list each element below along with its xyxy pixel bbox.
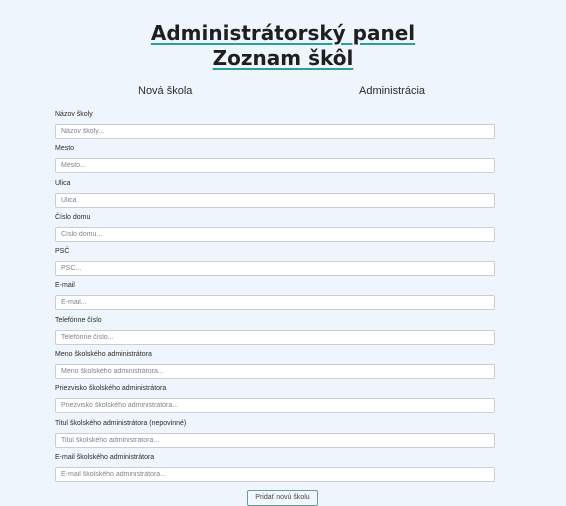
- postal-code-label: PSČ: [55, 248, 70, 256]
- field-phone: Telefónne číslo: [55, 317, 495, 351]
- field-admin-last-name: Priezvisko školského administrátora: [55, 385, 495, 419]
- admin-title-input[interactable]: [55, 432, 495, 448]
- field-admin-first-name: Meno školského administrátora: [55, 351, 495, 385]
- page-subtitle: Zoznam škôl: [0, 46, 566, 71]
- admin-first-name-label: Meno školského administrátora: [55, 351, 152, 359]
- field-school-name: Názov školy: [55, 111, 495, 145]
- city-input[interactable]: [55, 158, 495, 174]
- school-name-label: Názov školy: [55, 111, 93, 118]
- page-subtitle-text: Zoznam škôl: [212, 46, 354, 70]
- street-label: Ulica: [55, 179, 71, 187]
- new-school-form: Názov školy Mesto Ulica Číslo domu PSČ E…: [55, 111, 495, 488]
- field-street: Ulica: [55, 180, 495, 214]
- email-input[interactable]: [55, 295, 495, 311]
- page-title: Administrátorský panel: [0, 21, 566, 46]
- phone-label: Telefónne číslo: [55, 316, 102, 324]
- tab-new-school[interactable]: Nová škola: [138, 85, 192, 97]
- phone-input[interactable]: [55, 329, 495, 345]
- submit-container: Pridať novú školu: [0, 486, 566, 506]
- admin-email-label: E-mail školského administrátora: [55, 453, 155, 461]
- field-email: E-mail: [55, 282, 495, 316]
- admin-email-input[interactable]: [55, 466, 495, 482]
- house-number-input[interactable]: [55, 226, 495, 242]
- field-postal-code: PSČ: [55, 248, 495, 282]
- add-school-button[interactable]: Pridať novú školu: [247, 490, 318, 506]
- tab-administration[interactable]: Administrácia: [359, 85, 425, 97]
- admin-title-label: Titul školského administrátora (nepovinn…: [55, 419, 187, 427]
- house-number-label: Číslo domu: [55, 213, 91, 221]
- email-label: E-mail: [55, 282, 75, 290]
- field-admin-email: E-mail školského administrátora: [55, 454, 495, 488]
- field-admin-title: Titul školského administrátora (nepovinn…: [55, 420, 495, 454]
- street-input[interactable]: [55, 192, 495, 208]
- page-header: Administrátorský panel Zoznam škôl: [0, 0, 566, 71]
- postal-code-input[interactable]: [55, 261, 495, 277]
- tab-bar: Nová škola Administrácia: [0, 85, 566, 101]
- admin-first-name-input[interactable]: [55, 364, 495, 380]
- school-name-input[interactable]: [55, 124, 495, 139]
- admin-last-name-label: Priezvisko školského administrátora: [55, 385, 167, 393]
- city-label: Mesto: [55, 145, 75, 153]
- field-city: Mesto: [55, 145, 495, 179]
- page-title-text: Administrátorský panel: [150, 21, 416, 45]
- field-house-number: Číslo domu: [55, 214, 495, 248]
- admin-last-name-input[interactable]: [55, 398, 495, 414]
